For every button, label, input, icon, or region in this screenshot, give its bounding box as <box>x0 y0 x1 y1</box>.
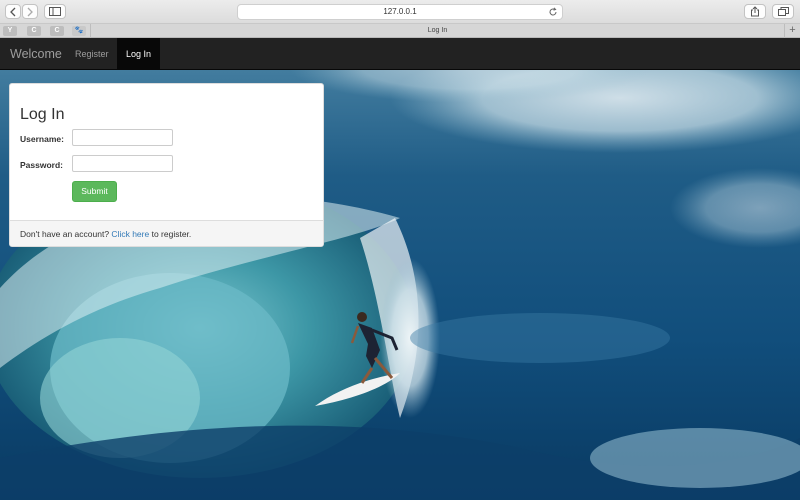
favorite-y[interactable]: Y <box>3 26 17 36</box>
sidebar-button[interactable] <box>44 4 66 19</box>
new-tab-button[interactable]: + <box>784 24 800 38</box>
url-text: 127.0.0.1 <box>383 7 417 16</box>
page: Welcome Register Log In Log In Username:… <box>0 38 800 500</box>
footer-prefix: Don't have an account? <box>20 229 110 239</box>
submit-button[interactable]: Submit <box>72 181 117 202</box>
forward-button[interactable] <box>22 4 38 19</box>
login-title: Log In <box>20 106 65 123</box>
username-label: Username: <box>20 134 64 144</box>
nav-register[interactable]: Register <box>66 38 118 70</box>
back-button[interactable] <box>5 4 21 19</box>
browser-toolbar: 127.0.0.1 <box>0 0 800 24</box>
password-label: Password: <box>20 160 63 170</box>
footer-suffix: to register. <box>151 229 192 239</box>
favorite-c-2[interactable]: C <box>50 26 64 36</box>
password-input[interactable] <box>72 155 173 172</box>
address-bar[interactable]: 127.0.0.1 <box>237 4 563 20</box>
brand-welcome[interactable]: Welcome <box>10 38 62 70</box>
favorite-paw-icon[interactable]: 🐾 <box>72 26 86 36</box>
chevron-left-icon <box>10 7 16 16</box>
tabs-overview-button[interactable] <box>772 4 794 19</box>
username-input[interactable] <box>72 129 173 146</box>
tab-log-in[interactable]: Log In <box>90 24 784 38</box>
tab-bar: Y C C 🐾 Log In + <box>0 24 800 38</box>
login-panel: Log In Username: Password: Submit Don't … <box>9 83 324 247</box>
share-button[interactable] <box>744 4 766 19</box>
top-navbar: Welcome Register Log In <box>0 38 800 70</box>
reload-icon[interactable] <box>548 7 558 22</box>
tabs-icon <box>777 7 789 16</box>
sidebar-icon <box>49 7 61 16</box>
favorite-c-1[interactable]: C <box>27 26 41 36</box>
nav-log-in[interactable]: Log In <box>117 38 161 70</box>
panel-footer: Don't have an account? Click here to reg… <box>10 220 323 246</box>
register-link[interactable]: Click here <box>111 229 149 239</box>
share-icon <box>751 6 759 17</box>
chevron-right-icon <box>27 7 33 16</box>
